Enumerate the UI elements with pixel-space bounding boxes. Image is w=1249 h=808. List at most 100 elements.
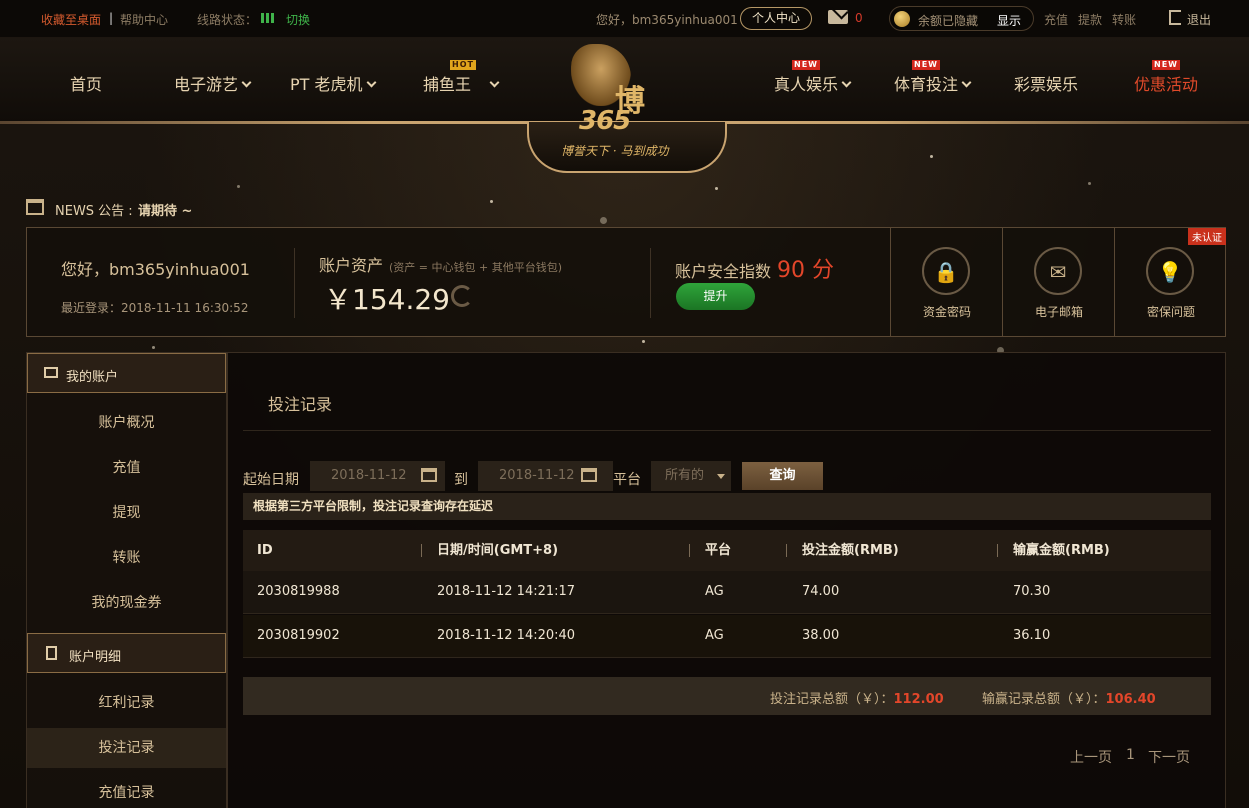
nav-sports-label: 体育投注 [894, 75, 959, 94]
nav-sports[interactable]: 体育投注 [894, 71, 972, 95]
mail-icon[interactable] [828, 10, 848, 24]
sidebar-item-bet-records[interactable]: 投注记录 [27, 728, 226, 768]
line-status-label: 线路状态： [197, 13, 258, 27]
fund-password-box[interactable]: 🔒 资金密码 [890, 228, 1002, 336]
nav-lottery[interactable]: 彩票娱乐 [1014, 71, 1078, 95]
switch-line-link[interactable]: 切换 [286, 11, 310, 28]
account-greeting: 您好，bm365yinhua001 [61, 260, 250, 279]
sidebar-item-withdraw[interactable]: 提现 [27, 493, 226, 533]
lock-icon: 🔒 [922, 247, 970, 295]
main-content: 投注记录 起始日期 2018-11-12 到 2018-11-12 平台 所有的… [227, 352, 1226, 808]
refresh-icon[interactable] [451, 285, 473, 307]
col-datetime: 日期/时间(GMT+8) [437, 543, 559, 558]
winloss-total-label: 输赢记录总额（￥）： [982, 692, 1106, 707]
nav-live[interactable]: 真人娱乐 [774, 71, 852, 95]
chevron-down-icon [489, 77, 500, 88]
star [930, 155, 933, 158]
bet-total-value: 112.00 [893, 692, 944, 707]
email-box[interactable]: ✉ 电子邮箱 [1002, 228, 1114, 336]
sidebar-item-recharge-records[interactable]: 充值记录 [27, 773, 226, 808]
divider [243, 430, 1211, 431]
announcement-icon [26, 199, 44, 215]
sidebar-section-account-details[interactable]: 账户明细 [27, 633, 226, 673]
upgrade-button[interactable]: 提升 [676, 283, 755, 310]
lightbulb-icon: 💡 [1146, 247, 1194, 295]
show-balance-button[interactable]: 显示 [997, 12, 1021, 29]
chevron-down-icon [717, 474, 725, 479]
nav-egames-label: 电子游艺 [174, 75, 239, 94]
winloss-total-value: 106.40 [1105, 692, 1156, 707]
security-question-box[interactable]: 💡 密保问题 未认证 [1114, 228, 1226, 336]
calendar-icon[interactable] [581, 468, 597, 482]
table-row[interactable]: 2030819988 2018-11-12 14:21:17 AG 74.00 … [243, 571, 1211, 614]
row-id: 2030819988 [257, 584, 340, 599]
star [237, 185, 240, 188]
query-button[interactable]: 查询 [742, 462, 823, 490]
withdraw-link[interactable]: 提款 [1078, 11, 1102, 28]
row-winloss: 36.10 [1013, 628, 1051, 643]
asset-note: (资产 = 中心钱包 + 其他平台钱包) [389, 261, 563, 274]
email-label: 电子邮箱 [1034, 305, 1083, 319]
next-page-button[interactable]: 下一页 [1148, 747, 1190, 767]
nav-fishing[interactable]: 捕鱼王 [423, 71, 500, 95]
message-count: 0 [855, 11, 863, 25]
user-greeting: 您好，bm365yinhua001 [596, 13, 738, 27]
envelope-icon: ✉ [1034, 247, 1082, 295]
star [490, 200, 493, 203]
divider [997, 544, 998, 557]
news-text[interactable]: 请期待 ~ [138, 200, 192, 219]
sidebar-item-coupons[interactable]: 我的现金券 [27, 583, 226, 623]
card-icon [44, 367, 58, 378]
logout-link[interactable]: 退出 [1187, 11, 1211, 28]
recharge-link[interactable]: 充值 [1044, 11, 1068, 28]
separator: | [109, 11, 114, 25]
delay-notice: 根据第三方平台限制，投注记录查询存在延迟 [243, 493, 1211, 520]
chevron-down-icon [241, 77, 252, 88]
balance-hidden-text: 余额已隐藏 [918, 14, 979, 28]
nav-egames[interactable]: 电子游艺 [174, 71, 252, 95]
nav-fishing-label: 捕鱼王 [423, 75, 472, 94]
nav-pt-slots[interactable]: PT 老虎机 [290, 71, 376, 95]
balance-toggle: 余额已隐藏 显示 [889, 6, 1034, 31]
add-to-desktop-link[interactable]: 收藏至桌面 [41, 11, 101, 28]
site-logo[interactable]: 博 365 博誉天下 · 马到成功 [527, 38, 727, 173]
row-bet: 74.00 [802, 584, 840, 599]
sidebar-item-recharge[interactable]: 充值 [27, 448, 226, 488]
divider [689, 544, 690, 557]
security-question-label: 密保问题 [1146, 305, 1195, 319]
sidebar-section-my-account[interactable]: 我的账户 [27, 353, 226, 393]
security-index: 账户安全指数 90 分 [675, 252, 834, 284]
star [715, 187, 718, 190]
news-label: NEWS 公告 : [55, 204, 133, 219]
nav-home[interactable]: 首页 [70, 71, 102, 95]
last-login: 最近登录：2018-11-11 16:30:52 [61, 301, 249, 315]
sidebar-item-overview[interactable]: 账户概况 [27, 403, 226, 443]
chevron-down-icon [841, 77, 852, 88]
personal-center-button[interactable]: 个人中心 [740, 7, 812, 30]
sidebar-item-transfer[interactable]: 转账 [27, 538, 226, 578]
nav-pt-slots-label: PT 老虎机 [290, 75, 363, 94]
coin-icon [894, 11, 910, 27]
nav-promotions[interactable]: 优惠活动 [1134, 71, 1198, 95]
prev-page-button[interactable]: 上一页 [1070, 747, 1112, 767]
page-number[interactable]: 1 [1126, 747, 1135, 763]
table-row[interactable]: 2030819902 2018-11-12 14:20:40 AG 38.00 … [243, 615, 1211, 658]
calculator-icon [46, 646, 57, 660]
calendar-icon[interactable] [421, 468, 437, 482]
help-center-link[interactable]: 帮助中心 [120, 11, 168, 28]
divider [421, 544, 422, 557]
totals-bar: 投注记录总额（￥）：112.00 输赢记录总额（￥）：106.40 [243, 677, 1211, 715]
logout-icon[interactable] [1169, 10, 1181, 25]
table-header: ID 日期/时间(GMT+8) 平台 投注金额(RMB) 输赢金额(RMB) [243, 530, 1211, 571]
security-score: 90 分 [777, 258, 835, 283]
security-items: 🔒 资金密码 ✉ 电子邮箱 💡 密保问题 未认证 [890, 228, 1226, 336]
row-bet: 38.00 [802, 628, 840, 643]
new-badge: NEW [792, 60, 820, 70]
logo-number: 365 [579, 106, 631, 136]
page-title: 投注记录 [268, 395, 333, 414]
sidebar-item-bonus-records[interactable]: 红利记录 [27, 683, 226, 723]
transfer-link[interactable]: 转账 [1112, 11, 1136, 28]
top-bar: 收藏至桌面 | 帮助中心 线路状态： 切换 您好，bm365yinhua001 … [0, 0, 1249, 38]
col-platform: 平台 [705, 543, 732, 558]
unverified-badge: 未认证 [1188, 228, 1226, 245]
